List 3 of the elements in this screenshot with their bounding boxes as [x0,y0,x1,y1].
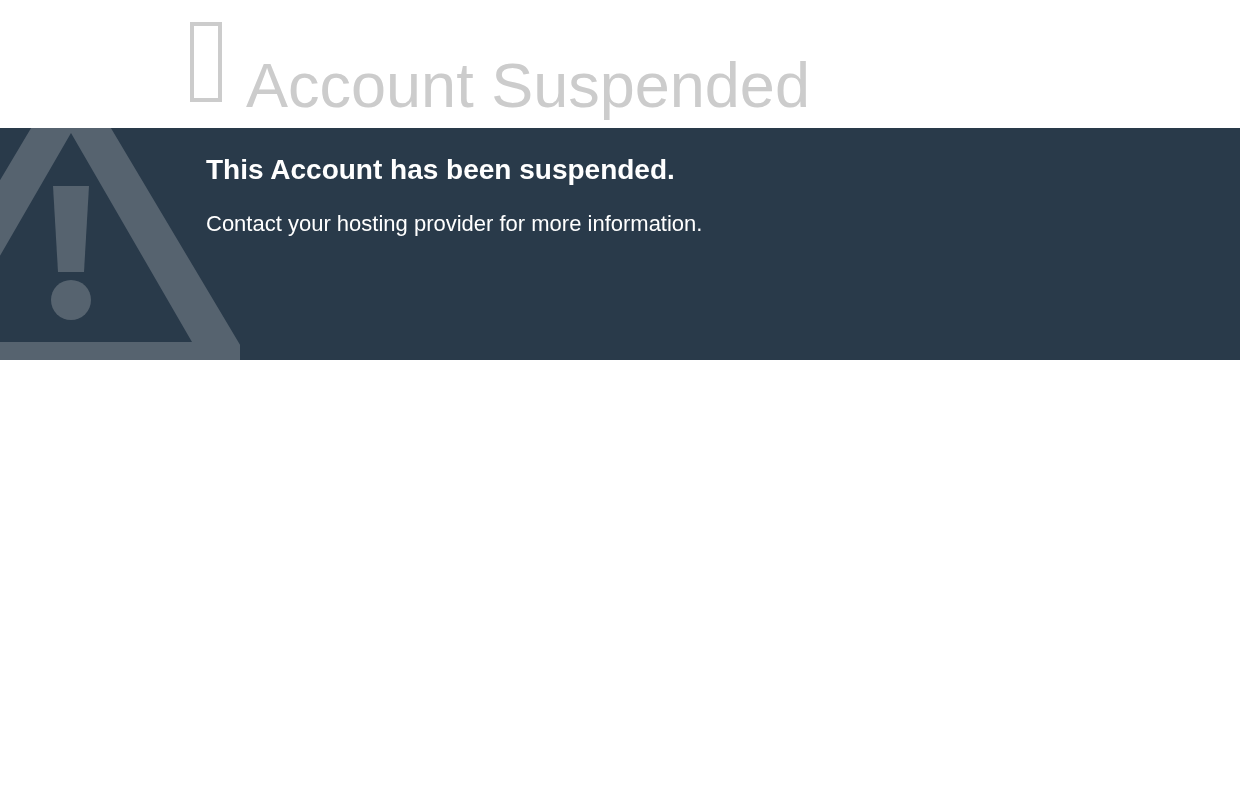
notice-heading: This Account has been suspended. [206,153,676,187]
notice-message: Contact your hosting provider for more information. [206,209,704,238]
missing-glyph-icon [190,22,222,102]
